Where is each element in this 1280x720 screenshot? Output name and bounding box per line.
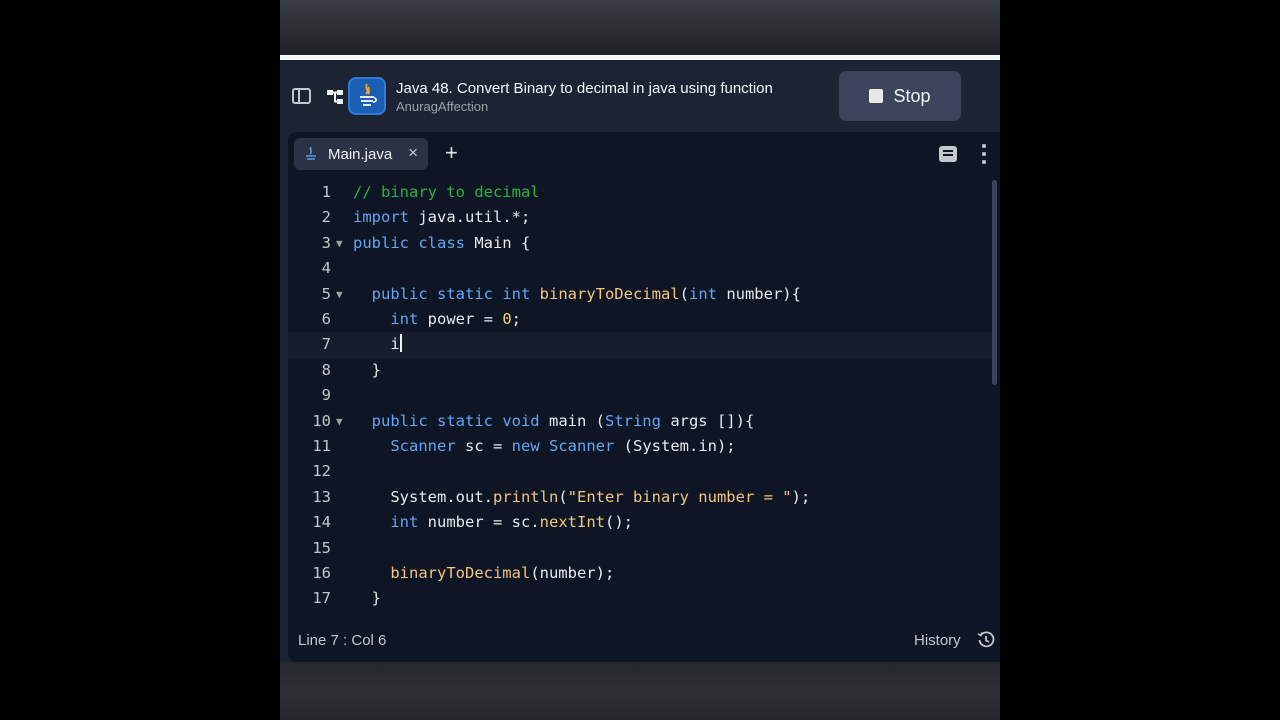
- code-line[interactable]: 5 ▼ public static int binaryToDecimal(int…: [288, 282, 993, 307]
- line-number: 9: [321, 386, 331, 405]
- code-line[interactable]: 10 ▼ public static void main (String args…: [288, 409, 993, 434]
- java-icon: [348, 77, 386, 115]
- code-text: int power = 0;: [390, 310, 522, 328]
- line-number: 10: [312, 411, 331, 430]
- line-number: 4: [321, 259, 331, 278]
- code-line[interactable]: 16 binaryToDecimal(number);: [288, 561, 993, 586]
- code-line[interactable]: 15: [288, 536, 993, 561]
- code-line[interactable]: 13 System.out.println("Enter binary numb…: [288, 485, 993, 510]
- editor-panel: Main.java × + 1 // binary to decimal 2 impo…: [288, 132, 1000, 662]
- code-text: System.out.println("Enter binary number …: [353, 487, 811, 506]
- code-text: binaryToDecimal(number);: [390, 564, 615, 582]
- sidebar-toggle-icon[interactable]: [292, 88, 311, 104]
- code-text: Scanner sc = new Scanner (System.in);: [390, 437, 736, 455]
- file-icon[interactable]: [939, 146, 957, 162]
- code-text: public class Main {: [353, 233, 531, 252]
- stop-label: Stop: [893, 85, 931, 106]
- code-text: // binary to decimal: [353, 183, 540, 201]
- fold-arrow-icon[interactable]: ▼: [336, 282, 343, 307]
- code-text: i: [353, 334, 402, 354]
- tab-main-java[interactable]: Main.java ×: [294, 138, 428, 170]
- code-text: int number = sc.nextInt();: [390, 513, 633, 532]
- line-number: 5: [321, 284, 331, 303]
- video-frame: Java 48. Convert Binary to decimal in ja…: [280, 0, 1000, 720]
- stop-icon: [869, 89, 884, 103]
- line-number: 16: [312, 564, 331, 582]
- history-icon[interactable]: [977, 631, 995, 649]
- blurred-top-area: [280, 0, 1000, 55]
- line-number: 7: [321, 335, 331, 354]
- tab-label: Main.java: [328, 145, 393, 163]
- code-line[interactable]: 6 int power = 0;: [288, 307, 993, 332]
- history-button[interactable]: History: [914, 632, 961, 649]
- plus-icon[interactable]: +: [445, 140, 458, 166]
- repl-author[interactable]: AnuragAffection: [396, 99, 488, 114]
- line-number: 6: [321, 310, 331, 328]
- code-text: public static int binaryToDecimal(int nu…: [371, 284, 801, 303]
- code-text: import java.util.*;: [353, 208, 531, 227]
- branch-icon[interactable]: [326, 88, 344, 106]
- line-number: 1: [321, 183, 331, 201]
- code-line[interactable]: 8 }: [288, 358, 993, 383]
- stop-button[interactable]: Stop: [839, 71, 961, 121]
- line-number: 13: [312, 487, 331, 506]
- close-icon[interactable]: ×: [408, 143, 418, 163]
- code-line[interactable]: 17 }: [288, 586, 993, 611]
- code-line[interactable]: 9: [288, 383, 993, 408]
- tab-bar: Main.java × +: [288, 132, 1000, 176]
- status-bar: Line 7 : Col 6 History: [288, 622, 1000, 662]
- code-editor[interactable]: 1 // binary to decimal 2 import java.util.*…: [288, 180, 993, 622]
- code-line[interactable]: 11 Scanner sc = new Scanner (System.in);: [288, 434, 993, 459]
- line-number: 17: [312, 589, 331, 608]
- line-number: 12: [312, 462, 331, 481]
- line-number: 8: [321, 360, 331, 379]
- code-text: }: [353, 589, 381, 608]
- code-line[interactable]: 1 // binary to decimal: [288, 180, 993, 205]
- code-line[interactable]: 14 int number = sc.nextInt();: [288, 510, 993, 535]
- line-number: 14: [312, 513, 331, 532]
- repl-title: Java 48. Convert Binary to decimal in ja…: [396, 80, 773, 97]
- workspace-header: Java 48. Convert Binary to decimal in ja…: [280, 60, 1000, 132]
- code-line[interactable]: 12: [288, 459, 993, 484]
- java-icon: [306, 146, 316, 160]
- code-text: }: [353, 360, 381, 379]
- cursor-position: Line 7 : Col 6: [298, 632, 387, 649]
- code-text: public static void main (String args [])…: [371, 411, 755, 430]
- blurred-bottom-area: [280, 662, 1000, 720]
- code-line[interactable]: 4: [288, 256, 993, 281]
- line-number: 2: [321, 208, 331, 227]
- more-icon[interactable]: [982, 144, 986, 164]
- line-number: 15: [312, 538, 331, 557]
- scrollbar[interactable]: [992, 180, 997, 385]
- code-line[interactable]: 7 i: [288, 332, 993, 358]
- line-number: 11: [312, 437, 331, 455]
- line-number: 3: [321, 233, 331, 252]
- code-line[interactable]: 2 import java.util.*;: [288, 205, 993, 230]
- fold-arrow-icon[interactable]: ▼: [336, 409, 343, 434]
- code-line[interactable]: 3 ▼ public class Main {: [288, 231, 993, 256]
- fold-arrow-icon[interactable]: ▼: [336, 231, 343, 256]
